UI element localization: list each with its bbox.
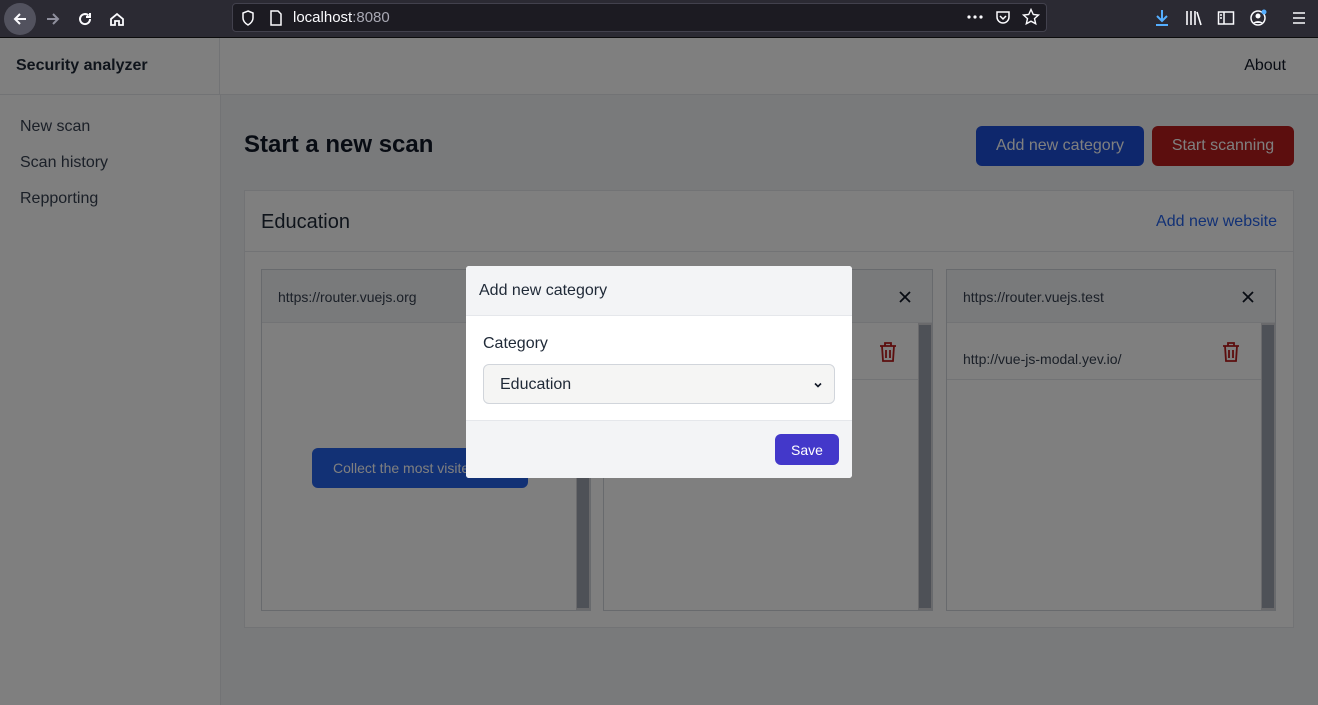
pocket-icon[interactable] bbox=[994, 8, 1012, 26]
modal-header: Add new category bbox=[466, 266, 852, 316]
category-field-label: Category bbox=[483, 335, 548, 352]
arrow-right-icon bbox=[47, 13, 60, 25]
reload-button[interactable] bbox=[69, 3, 101, 35]
page-icon bbox=[270, 10, 282, 26]
reload-icon bbox=[79, 13, 92, 26]
add-category-modal: Add new category Category Education Save bbox=[466, 266, 852, 478]
url-bar[interactable]: localhost:8080 bbox=[232, 3, 1047, 32]
url-port: :8080 bbox=[352, 9, 390, 26]
library-icon[interactable] bbox=[1183, 8, 1205, 28]
download-icon[interactable] bbox=[1151, 8, 1173, 28]
sidebar-toggle-icon[interactable] bbox=[1215, 8, 1237, 28]
home-button[interactable] bbox=[101, 3, 133, 35]
save-button[interactable]: Save bbox=[775, 434, 839, 465]
more-icon[interactable] bbox=[966, 8, 984, 26]
url-text[interactable]: localhost:8080 bbox=[293, 9, 390, 26]
shield-icon[interactable] bbox=[241, 10, 255, 26]
url-host: localhost bbox=[293, 9, 353, 26]
modal-title: Add new category bbox=[479, 282, 608, 299]
forward-button[interactable] bbox=[37, 3, 69, 35]
category-select-value: Education bbox=[500, 376, 572, 393]
arrow-left-icon bbox=[13, 13, 26, 25]
menu-icon[interactable] bbox=[1288, 8, 1310, 28]
modal-footer: Save bbox=[466, 420, 852, 478]
star-icon[interactable] bbox=[1022, 8, 1040, 26]
browser-toolbar: localhost:8080 bbox=[0, 0, 1318, 38]
account-icon[interactable] bbox=[1247, 8, 1269, 28]
home-icon bbox=[110, 12, 124, 26]
chevron-down-icon bbox=[814, 382, 822, 388]
back-button[interactable] bbox=[4, 3, 36, 35]
category-select[interactable]: Education bbox=[483, 364, 835, 404]
